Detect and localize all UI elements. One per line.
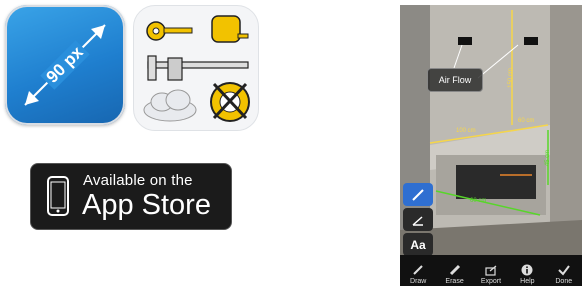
info-icon — [521, 264, 533, 276]
pencil-icon — [413, 265, 423, 275]
line-tool-button[interactable] — [403, 183, 433, 206]
app-icon-measuring-tools[interactable] — [133, 5, 259, 131]
measurement-label: 150 cm — [507, 68, 514, 88]
measurement-label: 60 cm — [470, 198, 487, 204]
angle-tool-icon — [412, 215, 423, 226]
bottom-toolbar: Draw Erase Export Help Done — [400, 255, 582, 286]
app-store-badge[interactable]: Available on the App Store — [30, 163, 232, 230]
measurement-label: 100 cm — [456, 128, 476, 134]
toolbar-erase[interactable]: Erase — [438, 264, 472, 286]
air-flow-callout: Air Flow — [427, 68, 483, 92]
toolbar-export[interactable]: Export — [474, 264, 508, 286]
toolbar-done[interactable]: Done — [547, 264, 581, 286]
text-tool-button[interactable]: Aa — [403, 233, 433, 256]
iphone-icon — [47, 176, 69, 216]
badge-line2: App Store — [82, 189, 211, 221]
angle-tool-button[interactable] — [403, 208, 433, 231]
toolbar-draw[interactable]: Draw — [401, 264, 435, 286]
measuring-tools-icon — [143, 15, 250, 122]
line-tool-icon — [412, 188, 424, 201]
app-icon-label: 90 px — [40, 40, 90, 90]
checkmark-icon — [558, 265, 570, 276]
app-screenshot: Air Flow 100 cm 60 cm 150 cm 45 cm 60 cm… — [400, 5, 582, 286]
toolbar-help[interactable]: Help — [510, 264, 544, 286]
eraser-icon — [449, 264, 460, 276]
measurement-label: 45 cm — [545, 149, 552, 167]
badge-line1: Available on the — [83, 172, 193, 189]
text-tool-icon: Aa — [410, 237, 426, 252]
measurement-label: 60 cm — [518, 118, 535, 124]
app-icon-ruler[interactable]: 90 px — [5, 5, 125, 125]
export-icon — [485, 265, 497, 276]
